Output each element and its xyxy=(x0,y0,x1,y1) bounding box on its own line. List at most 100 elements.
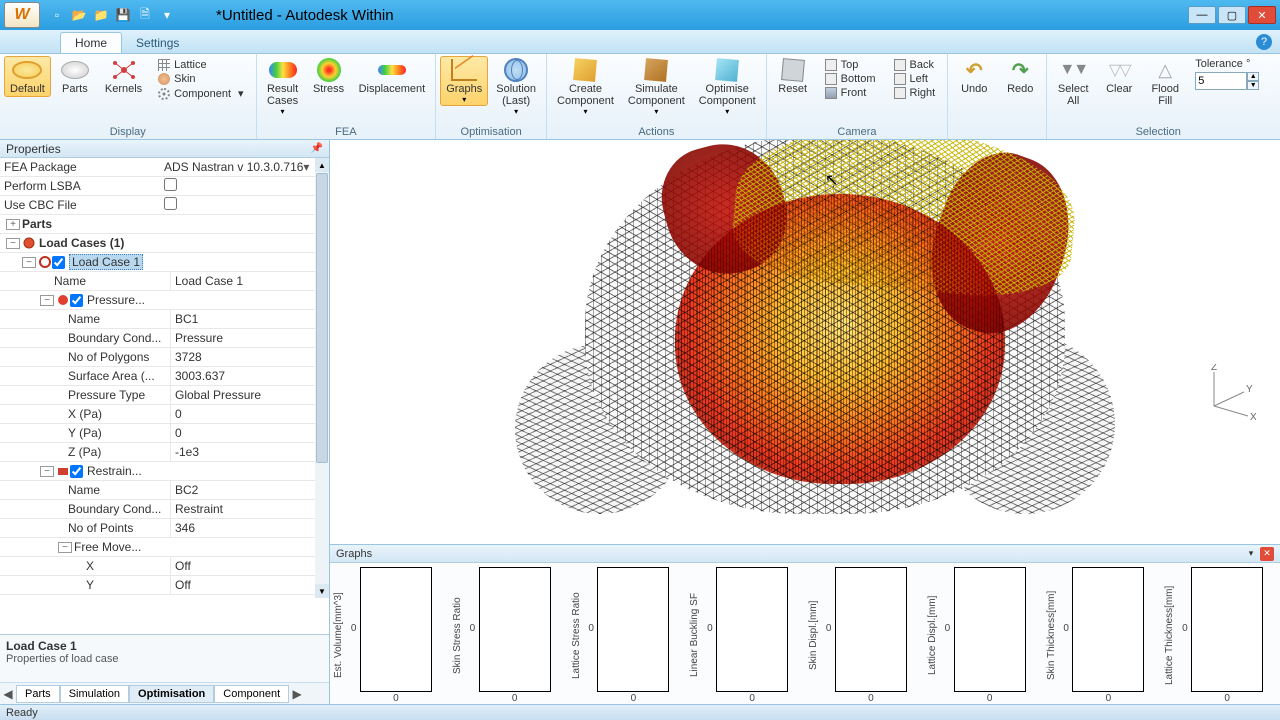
solution-button[interactable]: Solution (Last)▾ xyxy=(490,56,542,118)
qat-export-icon[interactable]: 🗎 xyxy=(136,6,154,24)
fea-package-value[interactable]: ADS Nastran v 10.3.0.716▾ xyxy=(160,160,329,174)
graph-plot-area[interactable]: 0 xyxy=(1191,567,1263,692)
tolerance-spin-down[interactable]: ▼ xyxy=(1247,81,1259,90)
graph-ylabel: Linear Buckling SF xyxy=(688,567,701,704)
axis-gizmo[interactable]: Z Y X xyxy=(1196,364,1256,424)
tab-home[interactable]: Home xyxy=(60,32,122,53)
graph-xval: 0 xyxy=(1106,693,1112,704)
3d-viewport[interactable]: ↖ Z Y X xyxy=(330,140,1280,544)
camera-reset-button[interactable]: Reset xyxy=(771,56,815,97)
inner-tab-simulation[interactable]: Simulation xyxy=(60,685,129,703)
graphs-pin-icon[interactable]: ▾ xyxy=(1244,547,1258,561)
inner-tab-parts[interactable]: Parts xyxy=(16,685,60,703)
fea-mesh-render xyxy=(465,140,1145,534)
restrain-checkbox[interactable] xyxy=(70,465,83,478)
graphs-close-icon[interactable]: ✕ xyxy=(1260,547,1274,561)
minimize-button[interactable]: — xyxy=(1188,6,1216,24)
graph-plot-area[interactable]: 0 xyxy=(835,567,907,692)
close-button[interactable]: ✕ xyxy=(1248,6,1276,24)
graph-plot-area[interactable]: 0 xyxy=(954,567,1026,692)
tolerance-input[interactable] xyxy=(1195,72,1247,90)
group-label-display: Display xyxy=(4,126,252,139)
graph-ylabel: Skin Thickness[mm] xyxy=(1045,567,1058,704)
restrain-icon xyxy=(56,464,70,478)
group-label-selection: Selection xyxy=(1051,126,1265,139)
pressure-checkbox[interactable] xyxy=(70,294,83,307)
graph-plot-area[interactable]: 0 xyxy=(1072,567,1144,692)
qat-new-icon[interactable]: ▫ xyxy=(48,6,66,24)
graph-plot-area[interactable]: 0 xyxy=(479,567,551,692)
default-button[interactable]: Default xyxy=(4,56,51,97)
tab-scroll-right[interactable]: ▶ xyxy=(289,687,305,701)
lc1-checkbox[interactable] xyxy=(52,256,65,269)
pressure-node[interactable]: Pressure... xyxy=(87,293,145,307)
gear-icon xyxy=(158,88,170,100)
qat-dropdown-icon[interactable]: ▾ xyxy=(158,6,176,24)
graph-xval: 0 xyxy=(868,693,874,704)
scroll-up-icon[interactable]: ▲ xyxy=(315,158,329,172)
freemove-node[interactable]: Free Move... xyxy=(74,540,141,554)
tab-settings[interactable]: Settings xyxy=(122,33,193,53)
undo-button[interactable]: ↶Undo xyxy=(952,56,996,97)
tab-scroll-left[interactable]: ◀ xyxy=(0,687,16,701)
select-all-button[interactable]: ▼▼Select All xyxy=(1051,56,1095,109)
y-off-dropdown[interactable]: Off▾ xyxy=(170,576,329,594)
qat-save-icon[interactable]: 💾 xyxy=(114,6,132,24)
help-icon[interactable]: ? xyxy=(1256,34,1272,50)
properties-scrollbar[interactable]: ▲ ▼ xyxy=(315,158,329,598)
app-menu-button[interactable]: W xyxy=(4,2,40,28)
maximize-button[interactable]: ▢ xyxy=(1218,6,1246,24)
ribbon: Default Parts Kernels Lattice Skin Compo… xyxy=(0,54,1280,140)
parts-node[interactable]: Parts xyxy=(22,217,52,231)
graph-cell-6: Skin Thickness[mm] 00 xyxy=(1045,567,1160,704)
perform-lsba-checkbox[interactable] xyxy=(164,178,177,191)
use-cbc-checkbox[interactable] xyxy=(164,197,177,210)
kernels-button[interactable]: Kernels xyxy=(99,56,148,97)
camera-bottom[interactable]: Bottom xyxy=(821,72,880,86)
scroll-down-icon[interactable]: ▼ xyxy=(315,584,329,598)
camera-right[interactable]: Right xyxy=(890,86,940,100)
optimise-component-button[interactable]: Optimise Component▾ xyxy=(693,56,762,118)
qat-import-icon[interactable]: 📁 xyxy=(92,6,110,24)
graph-plot-area[interactable]: 0 xyxy=(716,567,788,692)
lattice-toggle[interactable]: Lattice xyxy=(154,58,247,72)
lc-name-val[interactable]: Load Case 1 xyxy=(170,272,329,290)
parts-button[interactable]: Parts xyxy=(53,56,97,97)
inner-tab-component[interactable]: Component xyxy=(214,685,289,703)
tolerance-spin-up[interactable]: ▲ xyxy=(1247,72,1259,81)
clear-button[interactable]: ▽▽Clear xyxy=(1097,56,1141,97)
expand-lc1[interactable]: − xyxy=(22,257,36,268)
expand-freemove[interactable]: − xyxy=(58,542,72,553)
graphs-title: Graphs xyxy=(336,548,372,560)
graph-ylabel: Est. Volume[mm^3] xyxy=(332,567,345,704)
skin-toggle[interactable]: Skin xyxy=(154,72,247,86)
scroll-thumb[interactable] xyxy=(316,173,328,463)
graph-plot-area[interactable]: 0 xyxy=(597,567,669,692)
camera-left[interactable]: Left xyxy=(890,72,940,86)
simulate-component-button[interactable]: Simulate Component▾ xyxy=(622,56,691,118)
camera-top[interactable]: Top xyxy=(821,58,880,72)
inner-tab-optimisation[interactable]: Optimisation xyxy=(129,685,214,703)
expand-restrain[interactable]: − xyxy=(40,466,54,477)
loadcase1-node[interactable]: Load Case 1 xyxy=(69,254,143,270)
properties-title: Properties xyxy=(6,142,61,156)
graphs-button[interactable]: Graphs▾ xyxy=(440,56,488,106)
expand-parts[interactable]: + xyxy=(6,219,20,230)
create-component-button[interactable]: Create Component▾ xyxy=(551,56,620,118)
redo-button[interactable]: ↷Redo xyxy=(998,56,1042,97)
loadcases-node[interactable]: Load Cases (1) xyxy=(39,236,124,250)
component-toggle[interactable]: Component▾ xyxy=(154,86,247,101)
flood-fill-button[interactable]: △Flood Fill xyxy=(1143,56,1187,109)
result-cases-button[interactable]: Result Cases▾ xyxy=(261,56,305,118)
qat-open-icon[interactable]: 📂 xyxy=(70,6,88,24)
stress-button[interactable]: Stress xyxy=(307,56,351,97)
graph-plot-area[interactable]: 0 xyxy=(360,567,432,692)
displacement-button[interactable]: Displacement xyxy=(353,56,432,97)
camera-back[interactable]: Back xyxy=(890,58,940,72)
expand-pressure[interactable]: − xyxy=(40,295,54,306)
cube-opt-icon xyxy=(715,58,739,82)
pin-icon[interactable]: 📌 xyxy=(311,143,323,154)
restrain-node[interactable]: Restrain... xyxy=(87,464,142,478)
camera-front[interactable]: Front xyxy=(821,86,880,100)
expand-loadcases[interactable]: − xyxy=(6,238,20,249)
